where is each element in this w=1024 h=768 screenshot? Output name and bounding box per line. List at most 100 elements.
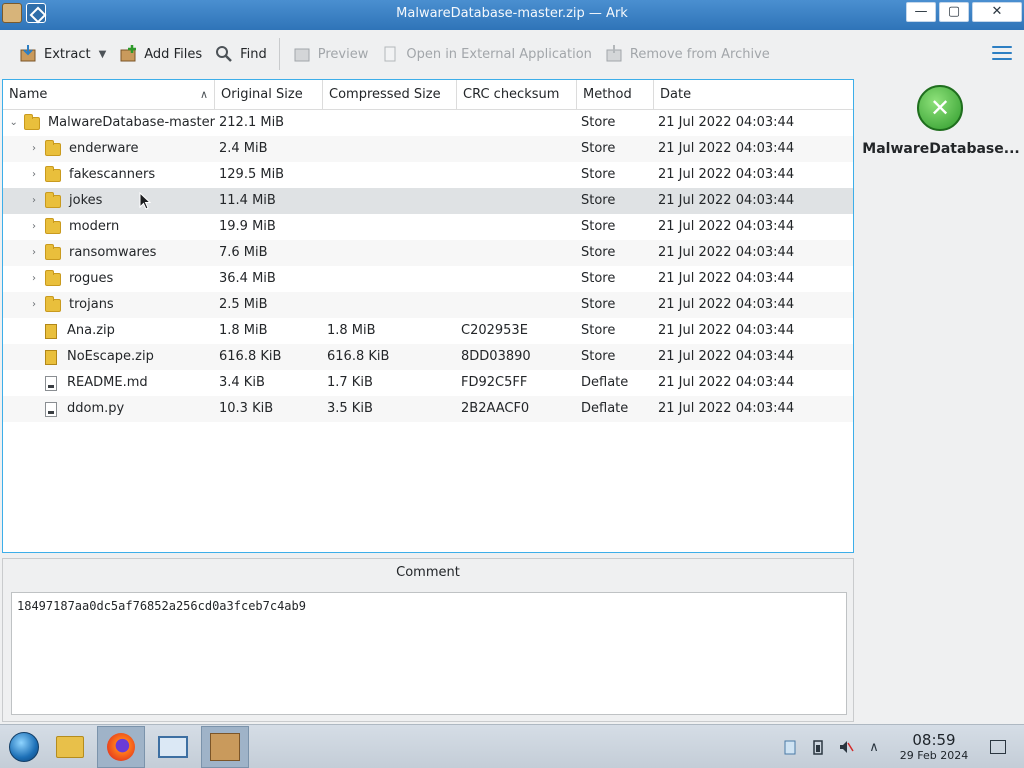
folder-icon	[45, 269, 61, 286]
file-name: rogues	[69, 271, 114, 286]
table-row[interactable]: › rogues 36.4 MiB Store 21 Jul 2022 04:03:44	[3, 266, 853, 292]
open-external-icon	[380, 44, 400, 64]
cell-name: › rogues	[3, 266, 215, 292]
column-header-compressed-size[interactable]: Compressed Size	[323, 80, 457, 110]
show-desktop-button[interactable]	[990, 740, 1006, 754]
taskbar-file-manager[interactable]	[46, 726, 94, 768]
expand-chevron-icon[interactable]: ⌄	[7, 110, 20, 136]
column-header-name[interactable]: Name ∧	[3, 80, 215, 110]
table-row[interactable]: › enderware 2.4 MiB Store 21 Jul 2022 04:03:…	[3, 136, 853, 162]
hamburger-menu-icon[interactable]	[992, 46, 1012, 62]
cell-name: › fakescanners	[3, 162, 215, 188]
taskbar-firefox[interactable]	[97, 726, 145, 768]
file-name: trojans	[69, 297, 114, 312]
cell-date: 21 Jul 2022 04:03:44	[658, 167, 795, 182]
taskbar-system-settings[interactable]	[149, 726, 197, 768]
cell-compressed-size	[323, 266, 457, 292]
expand-chevron-icon[interactable]: ›	[27, 188, 41, 214]
archive-file-list[interactable]: Name ∧ Original Size Compressed Size CRC …	[2, 79, 854, 553]
extract-dropdown-chevron-icon[interactable]: ▼	[99, 49, 107, 60]
table-row[interactable]: Ana.zip 1.8 MiB 1.8 MiB C202953E Store 21 Jul…	[3, 318, 853, 344]
preview-button[interactable]: Preview	[286, 37, 375, 71]
window-title: MalwareDatabase-master.zip — Ark	[396, 6, 628, 21]
cell-compressed-size	[323, 188, 457, 214]
volume-muted-icon[interactable]	[838, 739, 854, 755]
table-row[interactable]: › ransomwares 7.6 MiB Store 21 Jul 2022 04:0…	[3, 240, 853, 266]
file-name: Ana.zip	[67, 323, 115, 338]
zip-file-icon	[45, 323, 57, 339]
expand-chevron-icon[interactable]: ›	[27, 162, 41, 188]
system-tray: ∧ 08:59 29 Feb 2024	[776, 725, 1024, 768]
maximize-button[interactable]: ▢	[939, 2, 969, 22]
open-external-button[interactable]: Open in External Application	[374, 37, 598, 71]
cell-name: README.md	[3, 370, 215, 396]
table-row[interactable]: README.md 3.4 KiB 1.7 KiB FD92C5FF Deflate 21…	[3, 370, 853, 396]
cell-date: 21 Jul 2022 04:03:44	[658, 401, 795, 416]
table-row[interactable]: NoEscape.zip 616.8 KiB 616.8 KiB 8DD03890 St…	[3, 344, 853, 370]
cell-original-size: 212.1 MiB	[219, 115, 285, 130]
folder-icon	[45, 139, 61, 156]
cell-crc-checksum	[457, 292, 577, 318]
cell-name: › ransomwares	[3, 240, 215, 266]
title-bar[interactable]: MalwareDatabase-master.zip — Ark — ▢ ✕	[0, 0, 1024, 30]
archive-tools-icon: ✕	[917, 85, 963, 131]
cell-date: 21 Jul 2022 04:03:44	[658, 323, 795, 338]
cell-date: 21 Jul 2022 04:03:44	[658, 245, 795, 260]
table-row[interactable]: › modern 19.9 MiB Store 21 Jul 2022 04:03:44	[3, 214, 853, 240]
expand-chevron-icon[interactable]: ›	[27, 136, 41, 162]
table-row[interactable]: ddom.py 10.3 KiB 3.5 KiB 2B2AACF0 Deflate 21 …	[3, 396, 853, 422]
remove-from-archive-button[interactable]: Remove from Archive	[598, 37, 776, 71]
column-header-method[interactable]: Method	[577, 80, 654, 110]
table-row[interactable]: › jokes 11.4 MiB Store 21 Jul 2022 04:03:44	[3, 188, 853, 214]
open-external-label: Open in External Application	[406, 46, 592, 62]
table-row[interactable]: ⌄ MalwareDatabase-master 212.1 MiB Store 21 …	[3, 110, 853, 136]
remove-icon	[604, 44, 624, 64]
start-button[interactable]	[0, 726, 48, 768]
column-header-date[interactable]: Date	[654, 80, 853, 110]
cell-crc-checksum	[457, 162, 577, 188]
clock-date: 29 Feb 2024	[899, 748, 969, 762]
clock[interactable]: 08:59 29 Feb 2024	[896, 731, 972, 763]
file-name: modern	[69, 219, 120, 234]
taskbar-ark[interactable]	[201, 726, 249, 768]
add-files-icon	[118, 44, 138, 64]
cell-compressed-size	[323, 292, 457, 318]
add-files-button[interactable]: Add Files	[112, 37, 208, 71]
column-header-original-size[interactable]: Original Size	[215, 80, 323, 110]
cell-date: 21 Jul 2022 04:03:44	[658, 375, 795, 390]
file-name: MalwareDatabase-master	[47, 115, 215, 130]
cell-original-size: 10.3 KiB	[219, 401, 274, 416]
search-icon	[214, 44, 234, 64]
cell-name: › enderware	[3, 136, 215, 162]
extract-icon	[18, 44, 38, 64]
close-button[interactable]: ✕	[972, 2, 1022, 22]
cell-original-size: 1.8 MiB	[219, 323, 268, 338]
folder-icon	[24, 113, 40, 130]
find-label: Find	[240, 46, 267, 62]
expand-chevron-icon[interactable]: ›	[27, 266, 41, 292]
ark-archive-icon	[210, 733, 240, 761]
column-header-crc[interactable]: CRC checksum	[457, 80, 577, 110]
comment-text-field[interactable]: 18497187aa0dc5af76852a256cd0a3fceb7c4ab9	[11, 592, 847, 715]
table-row[interactable]: › trojans 2.5 MiB Store 21 Jul 2022 04:03:44	[3, 292, 853, 318]
expand-chevron-icon[interactable]: ›	[27, 292, 41, 318]
extract-button[interactable]: Extract ▼	[12, 37, 112, 71]
expand-chevron-icon[interactable]: ›	[27, 214, 41, 240]
taskbar: ∧ 08:59 29 Feb 2024	[0, 724, 1024, 768]
preview-icon	[292, 44, 312, 64]
sort-ascending-icon: ∧	[199, 88, 208, 101]
battery-icon[interactable]	[810, 739, 826, 755]
clipboard-icon[interactable]	[782, 739, 798, 755]
expand-chevron-icon[interactable]: ›	[27, 240, 41, 266]
minimize-button[interactable]: —	[906, 2, 936, 22]
cell-method: Deflate	[581, 375, 629, 390]
cell-compressed-size: 3.5 KiB	[327, 401, 373, 416]
find-button[interactable]: Find	[208, 37, 273, 71]
cell-name: › jokes	[3, 188, 215, 214]
file-name: jokes	[69, 193, 103, 208]
cell-crc-checksum: 2B2AACF0	[461, 401, 530, 416]
folder-icon	[56, 736, 84, 758]
table-body: ⌄ MalwareDatabase-master 212.1 MiB Store 21 …	[3, 110, 853, 422]
table-row[interactable]: › fakescanners 129.5 MiB Store 21 Jul 2022 0…	[3, 162, 853, 188]
tray-expand-chevron-icon[interactable]: ∧	[866, 739, 882, 755]
